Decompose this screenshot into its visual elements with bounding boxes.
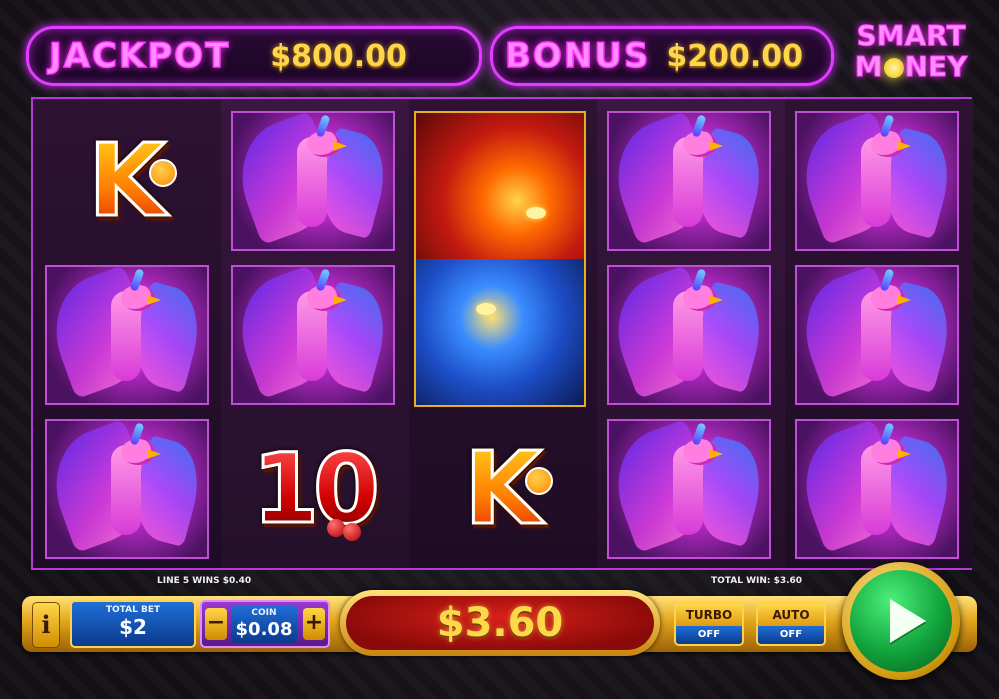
- jackpot-value: $800.00: [270, 38, 407, 74]
- bonus-label: BONUS: [504, 35, 651, 77]
- play-icon: [890, 599, 926, 643]
- phoenix-symbol: [231, 265, 395, 405]
- auto-label: AUTO: [758, 604, 824, 626]
- info-button[interactable]: i: [32, 602, 60, 648]
- reel-3: K: [409, 99, 597, 568]
- red-dragon: [416, 113, 584, 259]
- bonus-value: $200.00: [666, 38, 804, 74]
- jackpot-label: JACKPOT: [48, 35, 231, 77]
- total-bet-caption: TOTAL BET: [105, 605, 161, 615]
- reel-5: [785, 99, 973, 568]
- phoenix-symbol: [45, 419, 209, 559]
- blue-dragon: [416, 259, 584, 405]
- logo-line2: M NEY: [840, 50, 982, 83]
- coin-caption: COIN: [251, 608, 277, 618]
- reel-2: 10: [221, 99, 409, 568]
- phoenix-symbol: [795, 265, 959, 405]
- phoenix-symbol: [607, 265, 771, 405]
- symbol-k: K: [45, 111, 209, 251]
- phoenix-symbol: [45, 265, 209, 405]
- reel-grid: K 10 K: [31, 97, 973, 570]
- symbol-k: K: [421, 419, 585, 559]
- logo-m: M: [854, 50, 883, 83]
- reel-1: K: [33, 99, 221, 568]
- phoenix-symbol: [795, 111, 959, 251]
- orange-icon: [149, 159, 177, 187]
- jackpot-banner: JACKPOT $800.00: [26, 26, 482, 86]
- turbo-label: TURBO: [676, 604, 742, 626]
- symbol-10: 10: [231, 419, 395, 559]
- coin-icon: [883, 58, 904, 78]
- logo-ney: NEY: [904, 50, 968, 83]
- total-bet-value: $2: [119, 615, 147, 639]
- cherry-icon: [343, 523, 361, 541]
- autoplay-button[interactable]: AUTO OFF: [756, 602, 826, 646]
- total-bet-panel: TOTAL BET $2: [70, 600, 196, 648]
- ten-glyph: 10: [251, 433, 382, 545]
- orange-icon: [525, 467, 553, 495]
- line-win-text: LINE 5 WINS $0.40: [157, 576, 252, 586]
- win-display: $3.60: [340, 590, 660, 656]
- dragon-symbol: [414, 111, 586, 407]
- total-win-text: TOTAL WIN: $3.60: [711, 576, 803, 586]
- cherry-icon: [327, 519, 345, 537]
- logo-line1: SMART: [856, 19, 966, 52]
- phoenix-symbol: [795, 419, 959, 559]
- turbo-state: OFF: [676, 626, 742, 644]
- spin-button[interactable]: [842, 562, 960, 680]
- coin-increase-button[interactable]: +: [303, 608, 325, 640]
- coin-value: $0.08: [235, 619, 293, 640]
- win-amount: $3.60: [436, 600, 564, 646]
- smart-money-logo: SMART M NEY: [840, 20, 982, 90]
- turbo-button[interactable]: TURBO OFF: [674, 602, 744, 646]
- auto-state: OFF: [758, 626, 824, 644]
- coin-display: COIN $0.08: [231, 605, 297, 643]
- phoenix-symbol: [607, 419, 771, 559]
- bonus-banner: BONUS $200.00: [490, 26, 834, 86]
- phoenix-symbol: [607, 111, 771, 251]
- control-bar: i TOTAL BET $2 − COIN $0.08 + $3.60 TURB…: [22, 562, 977, 680]
- coin-decrease-button[interactable]: −: [205, 608, 227, 640]
- coin-panel: − COIN $0.08 +: [200, 600, 330, 648]
- phoenix-symbol: [231, 111, 395, 251]
- reel-4: [597, 99, 785, 568]
